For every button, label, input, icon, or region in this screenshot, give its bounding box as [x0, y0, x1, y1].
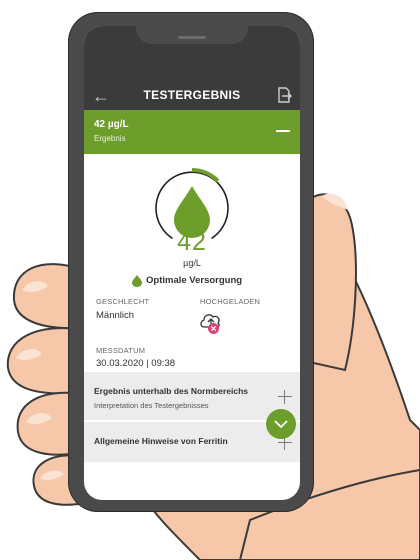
- accordion-title: Allgemeine Hinweise von Ferritin: [94, 436, 228, 446]
- nail-1: [22, 281, 48, 293]
- page-title: TESTERGEBNIS: [143, 88, 241, 102]
- phone-notch: [136, 26, 248, 44]
- status-area: [84, 26, 300, 82]
- expand-plus-icon[interactable]: [278, 390, 292, 404]
- app-bar: ← TESTERGEBNIS: [84, 82, 300, 110]
- accordion-interpretation[interactable]: Ergebnis unterhalb des Normbereichs Inte…: [84, 372, 300, 420]
- scroll-down-button[interactable]: [266, 409, 296, 439]
- status-text: Optimale Versorgung: [146, 275, 243, 286]
- result-big-number: 42: [177, 228, 207, 256]
- nail-3: [26, 413, 52, 425]
- measure-date-value: 30.03.2020 | 09:38: [96, 358, 176, 369]
- result-header[interactable]: 42 µg/L Ergebnis: [84, 110, 300, 154]
- share-export-icon[interactable]: [276, 86, 292, 104]
- speaker-grill: [178, 36, 206, 39]
- accordion-subtitle: Interpretation des Testergebnisses: [94, 401, 209, 410]
- result-value: 42 µg/L: [94, 119, 129, 130]
- status-drop-icon: [132, 275, 142, 287]
- chevron-down-icon: [274, 420, 288, 429]
- measure-date-label: MESSDATUM: [96, 346, 146, 355]
- error-x-icon: [208, 323, 219, 334]
- nail-2: [16, 349, 42, 361]
- result-label: Ergebnis: [94, 134, 126, 143]
- gender-value: Männlich: [96, 310, 135, 321]
- uploaded-label: HOCHGELADEN: [200, 297, 261, 306]
- gauge-value-arc: [191, 168, 220, 183]
- collapse-minus-icon[interactable]: [276, 130, 290, 132]
- nail-4: [40, 470, 64, 481]
- accordion-title: Ergebnis unterhalb des Normbereichs: [94, 386, 248, 396]
- thumb-nail: [322, 193, 348, 210]
- gender-label: GESCHLECHT: [96, 297, 150, 306]
- phone-screen: ← TESTERGEBNIS 42 µg/L Ergebnis 42 µg/L …: [84, 26, 300, 500]
- result-unit: µg/L: [183, 258, 201, 268]
